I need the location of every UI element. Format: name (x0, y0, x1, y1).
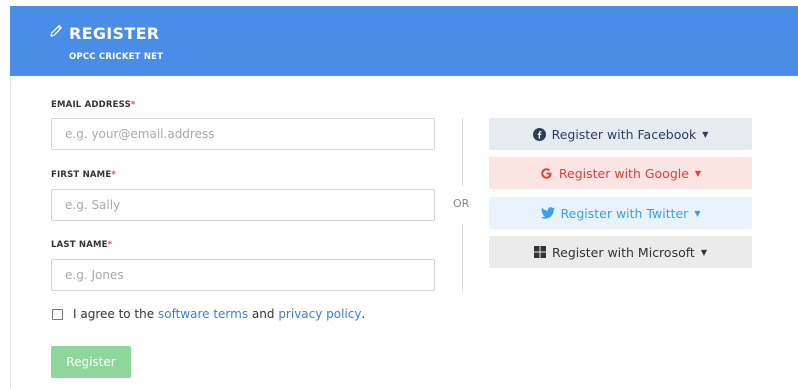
caret-down-icon: ▼ (694, 168, 702, 178)
google-icon (540, 167, 553, 180)
register-microsoft-button[interactable]: Register with Microsoft ▼ (489, 236, 752, 268)
first-name-field[interactable] (51, 189, 435, 221)
divider-line-bottom (462, 224, 463, 292)
first-name-label: FIRST NAME* (51, 170, 117, 180)
register-google-button[interactable]: Register with Google ▼ (489, 157, 752, 189)
microsoft-icon (534, 246, 546, 258)
register-button[interactable]: Register (51, 346, 131, 378)
register-twitter-button[interactable]: Register with Twitter ▼ (489, 197, 752, 229)
agreement-middle: and (251, 307, 275, 321)
facebook-icon (532, 127, 546, 141)
google-label: Register with Google (558, 165, 689, 181)
agreement-suffix: . (361, 307, 366, 321)
last-name-label: LAST NAME* (51, 240, 113, 250)
email-field[interactable] (51, 118, 435, 150)
terms-agreement: I agree to the software terms and privac… (52, 307, 365, 321)
email-label: EMAIL ADDRESS* (51, 100, 136, 110)
facebook-label: Register with Facebook (551, 126, 697, 142)
privacy-policy-link[interactable]: privacy policy (278, 307, 361, 321)
software-terms-link[interactable]: software terms (158, 307, 248, 321)
twitter-icon (540, 207, 555, 219)
register-header: REGISTER OPCC CRICKET NET (10, 6, 798, 76)
page-title: REGISTER (69, 23, 160, 43)
caret-down-icon: ▼ (694, 208, 701, 218)
divider-line-top (462, 118, 463, 186)
or-divider: OR (453, 197, 470, 210)
header-title: REGISTER (48, 23, 159, 43)
pencil-icon (48, 23, 69, 43)
last-name-field[interactable] (51, 259, 435, 291)
agree-checkbox[interactable] (52, 308, 63, 320)
caret-down-icon: ▼ (700, 247, 707, 257)
caret-down-icon: ▼ (702, 129, 709, 139)
agreement-prefix: I agree to the (73, 307, 155, 321)
page-subtitle: OPCC CRICKET NET (69, 52, 164, 62)
microsoft-label: Register with Microsoft (552, 244, 695, 260)
twitter-label: Register with Twitter (560, 205, 689, 221)
register-facebook-button[interactable]: Register with Facebook ▼ (489, 118, 752, 150)
